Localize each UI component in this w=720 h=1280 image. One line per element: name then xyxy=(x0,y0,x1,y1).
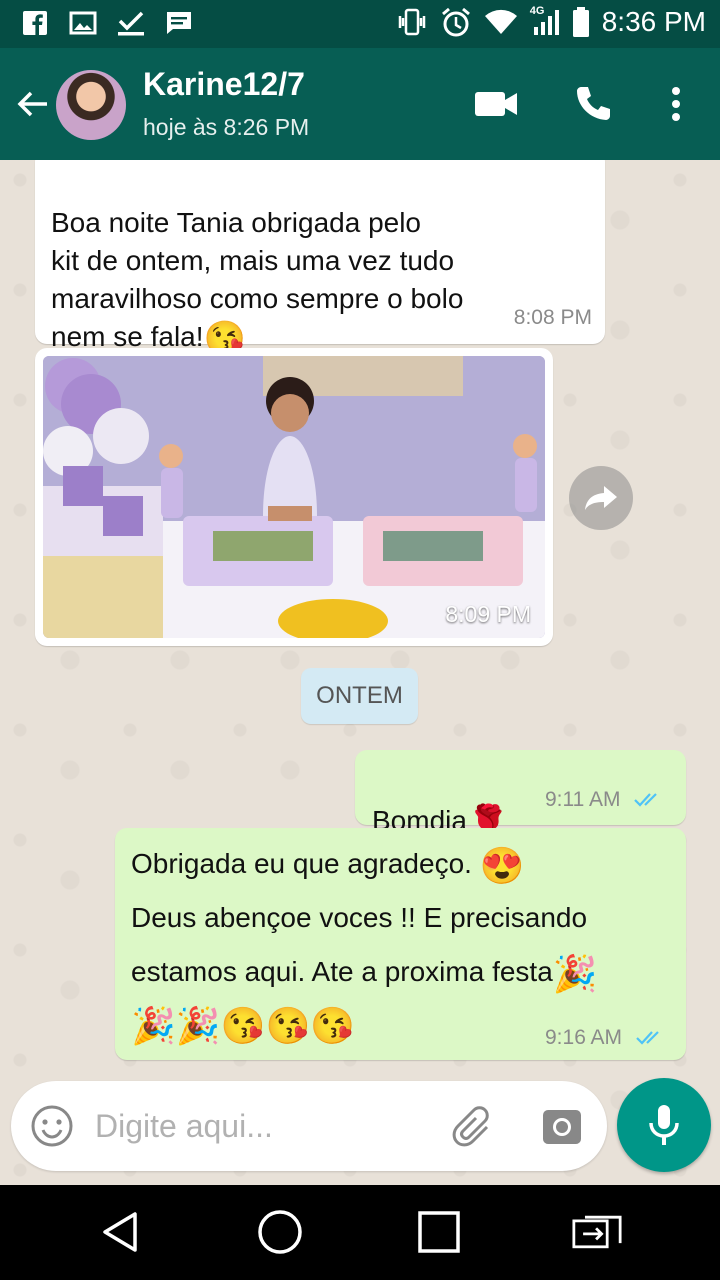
voice-record-button[interactable] xyxy=(617,1078,711,1172)
vibrate-icon xyxy=(398,8,425,36)
last-seen-status: hoje às 8:26 PM xyxy=(143,114,310,140)
message-icon xyxy=(164,8,194,38)
message-outgoing[interactable]: Bomdia🌹 9:11 AM xyxy=(355,750,686,842)
read-ticks-icon xyxy=(634,793,658,808)
chat-header: Karine12/7 hoje às 8:26 PM xyxy=(0,48,720,160)
alarm-icon xyxy=(441,7,470,37)
paperclip-icon xyxy=(452,1106,489,1147)
circle-home-icon xyxy=(258,1210,302,1254)
navigation-bar xyxy=(0,1185,720,1280)
more-vert-icon xyxy=(672,87,680,121)
clock: 8:36 PM xyxy=(601,6,706,37)
message-text-line-1: Obrigada eu que agradeço. xyxy=(131,848,472,879)
message-time-row: 9:11 AM xyxy=(545,788,664,812)
download-done-icon xyxy=(116,8,146,38)
message-incoming[interactable]: Boa noite Tania obrigada pelo kit de ont… xyxy=(35,160,605,358)
battery-icon xyxy=(572,7,589,37)
contact-name[interactable]: Karine12/7 xyxy=(143,66,305,103)
party-photo-illustration xyxy=(43,356,545,638)
message-outgoing[interactable]: Obrigada eu que agradeço. 😍 Deus abençoe… xyxy=(115,828,686,1060)
forward-button[interactable] xyxy=(569,466,633,530)
voice-call-button[interactable] xyxy=(568,80,616,128)
phone-icon xyxy=(577,87,610,120)
date-divider: ONTEM xyxy=(301,668,418,724)
system-icons: 4G 8:36 PM xyxy=(396,5,706,38)
menu-button[interactable] xyxy=(652,80,700,128)
message-text: Boa noite Tania obrigada pelo kit de ont… xyxy=(51,207,464,352)
emoji-button[interactable] xyxy=(29,1103,75,1149)
camera-button[interactable] xyxy=(539,1103,585,1149)
attach-button[interactable] xyxy=(451,1103,497,1149)
party-popper-emoji: 🎉 xyxy=(552,952,598,994)
message-time: 9:16 AM xyxy=(545,1026,623,1049)
nav-switch-button[interactable] xyxy=(572,1207,622,1257)
smiley-icon xyxy=(31,1105,73,1147)
message-time: 9:11 AM xyxy=(545,788,621,811)
dual-window-icon xyxy=(572,1215,622,1249)
emoji-row: 🎉🎉😘😘😘 xyxy=(131,1004,356,1046)
triangle-back-icon xyxy=(103,1212,137,1252)
video-camera-icon xyxy=(475,92,517,116)
message-composer xyxy=(11,1081,607,1171)
nav-back-button[interactable] xyxy=(96,1207,146,1257)
gallery-icon xyxy=(68,8,98,38)
microphone-icon xyxy=(649,1105,679,1145)
message-time: 8:08 PM xyxy=(513,306,592,329)
notification-icons xyxy=(20,8,194,38)
wifi-icon xyxy=(484,9,517,35)
party-photo[interactable]: 8:09 PM xyxy=(43,356,545,638)
message-time-row: 9:16 AM xyxy=(545,1026,666,1050)
back-button[interactable] xyxy=(12,84,52,124)
nav-recents-button[interactable] xyxy=(414,1207,464,1257)
contact-avatar[interactable] xyxy=(56,70,126,140)
camera-icon xyxy=(543,1110,581,1144)
message-incoming-image[interactable]: 8:09 PM xyxy=(35,348,553,646)
message-text-line-2: Deus abençoe voces !! E precisando xyxy=(131,902,588,933)
square-recents-icon xyxy=(418,1211,460,1253)
nav-home-button[interactable] xyxy=(255,1207,305,1257)
video-call-button[interactable] xyxy=(472,80,520,128)
arrow-left-icon xyxy=(17,91,47,117)
facebook-icon xyxy=(20,8,50,38)
forward-icon xyxy=(585,486,617,510)
read-ticks-icon xyxy=(636,1031,659,1046)
status-bar: 4G 8:36 PM xyxy=(0,0,720,48)
message-input[interactable] xyxy=(95,1101,435,1151)
image-time: 8:09 PM xyxy=(445,601,531,627)
signal-icon: 4G xyxy=(530,5,560,37)
message-text-line-3: estamos aqui. Ate a proxima festa xyxy=(131,956,553,987)
chat-area[interactable]: Boa noite Tania obrigada pelo kit de ont… xyxy=(0,160,720,1185)
heart-eyes-emoji: 😍 xyxy=(479,844,525,886)
